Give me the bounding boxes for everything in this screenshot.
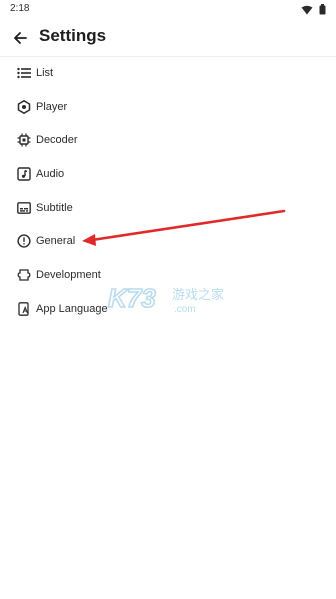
menu-item-development[interactable]: Development (0, 258, 336, 292)
page-title: Settings (39, 26, 107, 45)
menu-item-label: List (36, 66, 54, 79)
language-icon (15, 300, 33, 318)
menu-item-app-language[interactable]: App Language (0, 292, 336, 326)
menu-item-audio[interactable]: Audio (0, 157, 336, 191)
development-icon (15, 266, 33, 284)
status-time: 2:18 (10, 3, 30, 14)
wifi-icon (301, 5, 313, 14)
menu-item-label: Decoder (36, 134, 78, 147)
menu-item-list[interactable]: List (0, 56, 336, 90)
menu-item-player[interactable]: Player (0, 90, 336, 124)
subtitle-icon (15, 199, 33, 217)
menu-item-label: Subtitle (36, 201, 73, 214)
list-icon (15, 64, 33, 82)
menu-item-label: General (36, 235, 76, 248)
player-icon (15, 98, 33, 116)
menu-item-subtitle[interactable]: Subtitle (0, 191, 336, 225)
info-icon (15, 232, 33, 250)
menu-item-general[interactable]: General (0, 224, 336, 258)
back-button[interactable] (8, 26, 32, 50)
music-icon (15, 165, 33, 183)
chip-icon (15, 131, 33, 149)
arrow-back-icon (14, 32, 27, 44)
settings-menu: List Player Decoder Audio Subtitle Gener… (0, 56, 336, 326)
status-icons (301, 4, 326, 15)
battery-icon (319, 4, 326, 15)
app-bar: Settings (0, 20, 336, 57)
menu-item-decoder[interactable]: Decoder (0, 123, 336, 157)
status-bar: 2:18 (0, 0, 336, 20)
menu-item-label: Development (36, 268, 101, 281)
menu-item-label: Player (36, 100, 68, 113)
menu-item-label: Audio (36, 167, 65, 180)
menu-item-label: App Language (36, 302, 108, 315)
